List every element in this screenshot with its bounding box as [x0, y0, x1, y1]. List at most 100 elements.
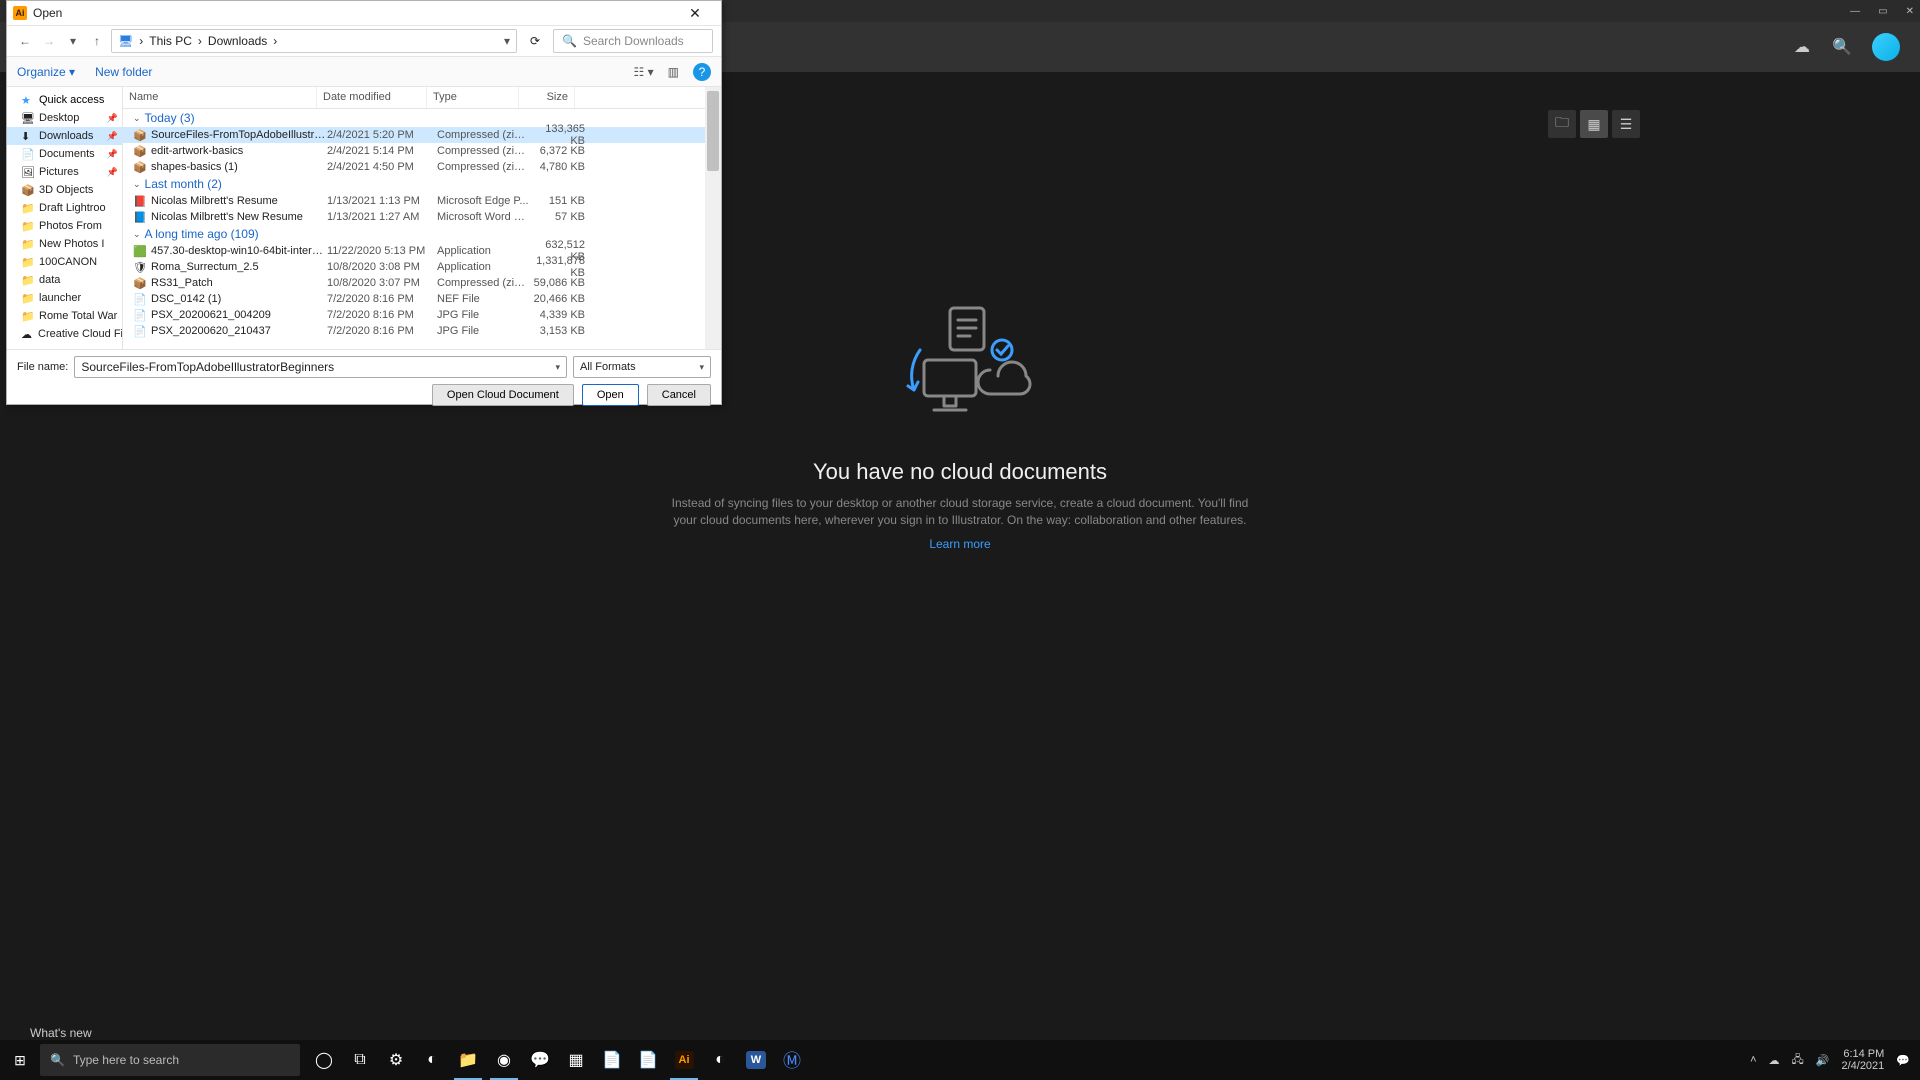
tree-node[interactable]: 📁New Photos I — [7, 235, 122, 253]
search-icon[interactable]: 🔍 — [1832, 37, 1852, 57]
breadcrumb-segment[interactable]: Downloads — [208, 34, 267, 48]
clock[interactable]: 6:14 PM 2/4/2021 — [1841, 1048, 1884, 1072]
file-icon: 📦 — [133, 129, 147, 142]
volume-icon[interactable]: 🔊 — [1816, 1054, 1830, 1067]
grid-view-button[interactable]: ▦ — [1580, 110, 1608, 138]
view-mode-button[interactable]: ☷ ▾ — [634, 65, 654, 79]
list-group-header[interactable]: ⌄ A long time ago (109) — [123, 225, 721, 243]
list-group-header[interactable]: ⌄ Today (3) — [123, 109, 721, 127]
file-row[interactable]: 📦SourceFiles-FromTopAdobeIllustratorBeg.… — [123, 127, 721, 143]
file-row[interactable]: 📦shapes-basics (1)2/4/2021 4:50 PMCompre… — [123, 159, 721, 175]
close-app-button[interactable]: ✕ — [1906, 6, 1914, 17]
tree-node[interactable]: 📁Rome Total War — [7, 307, 122, 325]
taskbar-app-icon[interactable]: 💬 — [522, 1040, 558, 1080]
list-group-header[interactable]: ⌄ Last month (2) — [123, 175, 721, 193]
search-input[interactable]: 🔍 Search Downloads — [553, 29, 713, 53]
restore-button[interactable]: ▭ — [1878, 6, 1887, 17]
file-row[interactable]: 📦edit-artwork-basics2/4/2021 5:14 PMComp… — [123, 143, 721, 159]
tree-node[interactable]: 📁Draft Lightroo — [7, 199, 122, 217]
nav-forward-button[interactable]: → — [39, 34, 59, 48]
taskbar-app-icon[interactable]: W — [738, 1040, 774, 1080]
minimize-button[interactable]: — — [1850, 6, 1860, 17]
help-button[interactable]: ? — [693, 63, 711, 81]
file-row[interactable]: 🛡Roma_Surrectum_2.510/8/2020 3:08 PMAppl… — [123, 259, 721, 275]
tree-node[interactable]: 📁data — [7, 271, 122, 289]
onedrive-icon[interactable]: ☁ — [1769, 1054, 1780, 1067]
file-name-input[interactable]: SourceFiles-FromTopAdobeIllustratorBegin… — [74, 356, 567, 378]
tree-node[interactable]: ⬇Downloads📌 — [7, 127, 122, 145]
dialog-close-button[interactable]: ✕ — [675, 2, 715, 24]
taskbar-app-icon[interactable]: Ⓜ — [774, 1040, 810, 1080]
nav-up-button[interactable]: ↑ — [87, 34, 107, 48]
taskbar-app-icon[interactable]: ◯ — [306, 1040, 342, 1080]
scrollbar-thumb[interactable] — [707, 91, 719, 171]
tree-node[interactable]: 📦3D Objects — [7, 181, 122, 199]
column-size[interactable]: Size — [519, 87, 575, 108]
learn-more-link[interactable]: Learn more — [929, 537, 990, 551]
taskbar-app-icon[interactable]: 📄 — [630, 1040, 666, 1080]
file-row[interactable]: 📦RS31_Patch10/8/2020 3:07 PMCompressed (… — [123, 275, 721, 291]
notifications-icon[interactable]: 💬 — [1896, 1054, 1910, 1067]
open-cloud-button[interactable]: Open Cloud Document — [432, 384, 574, 406]
tray-chevron-icon[interactable]: ˄ — [1750, 1054, 1756, 1066]
nav-tree[interactable]: ★Quick access🖥Desktop📌⬇Downloads📌📄Docume… — [7, 87, 123, 349]
file-list[interactable]: Name Date modified Type Size ⌄ Today (3)… — [123, 87, 721, 349]
taskbar-search[interactable]: 🔍 Type here to search — [40, 1044, 300, 1076]
refresh-button[interactable]: ⟳ — [521, 34, 549, 48]
taskbar-search-placeholder: Type here to search — [73, 1053, 179, 1067]
taskbar-app-icon[interactable]: ◉ — [486, 1040, 522, 1080]
preview-pane-button[interactable]: ▥ — [668, 65, 679, 79]
taskbar-app-icon[interactable]: ◐ — [702, 1040, 738, 1080]
new-folder-button[interactable]: New folder — [95, 65, 152, 79]
tree-node[interactable]: 📁launcher — [7, 289, 122, 307]
taskbar-app-icon[interactable]: ▦ — [558, 1040, 594, 1080]
cloud-illustration — [880, 300, 1040, 440]
file-row[interactable]: 📄PSX_20200620_2104377/2/2020 8:16 PMJPG … — [123, 323, 721, 339]
column-type[interactable]: Type — [427, 87, 519, 108]
start-button[interactable]: ⊞ — [0, 1040, 40, 1080]
file-row[interactable]: 📕Nicolas Milbrett's Resume1/13/2021 1:13… — [123, 193, 721, 209]
taskbar-app-icon[interactable]: Ai — [666, 1040, 702, 1080]
chevron-down-icon: ⌄ — [133, 229, 141, 240]
breadcrumb[interactable]: 🖥 › This PC › Downloads › ▾ — [111, 29, 517, 53]
tree-node[interactable]: 🖼Pictures📌 — [7, 163, 122, 181]
pin-icon: 📌 — [107, 131, 118, 142]
list-view-button[interactable]: ☰ — [1612, 110, 1640, 138]
tree-node[interactable]: ★Quick access — [7, 91, 122, 109]
taskbar-app-icon[interactable]: 📁 — [450, 1040, 486, 1080]
folder-view-button[interactable]: 🗀 — [1548, 110, 1576, 138]
tree-node[interactable]: 📁Photos From — [7, 217, 122, 235]
file-row[interactable]: 📄DSC_0142 (1)7/2/2020 8:16 PMNEF File20,… — [123, 291, 721, 307]
file-icon: 📕 — [133, 195, 147, 208]
list-header[interactable]: Name Date modified Type Size — [123, 87, 721, 109]
pin-icon: 📌 — [107, 113, 118, 124]
taskbar[interactable]: ⊞ 🔍 Type here to search ◯⧉⚙◐📁◉💬▦📄📄Ai◐WⓂ … — [0, 1040, 1920, 1080]
column-date[interactable]: Date modified — [317, 87, 427, 108]
breadcrumb-segment[interactable]: This PC — [149, 34, 192, 48]
whats-new-link[interactable]: What's new — [30, 1026, 92, 1040]
taskbar-app-icon[interactable]: ◐ — [414, 1040, 450, 1080]
tree-node[interactable]: 📁100CANON — [7, 253, 122, 271]
nav-recent-dropdown[interactable]: ▾ — [63, 34, 83, 48]
file-row[interactable]: 📘Nicolas Milbrett's New Resume1/13/2021 … — [123, 209, 721, 225]
nav-back-button[interactable]: ← — [15, 34, 35, 48]
taskbar-app-icon[interactable]: ⚙ — [378, 1040, 414, 1080]
file-row[interactable]: 📄PSX_20200621_0042097/2/2020 8:16 PMJPG … — [123, 307, 721, 323]
cancel-button[interactable]: Cancel — [647, 384, 711, 406]
column-name[interactable]: Name — [123, 87, 317, 108]
taskbar-app-icon[interactable]: 📄 — [594, 1040, 630, 1080]
tree-node[interactable]: ☁Creative Cloud Fil — [7, 325, 122, 343]
organize-menu[interactable]: Organize ▾ — [17, 65, 75, 79]
system-tray[interactable]: ˄ ☁ 🖧 🔊 6:14 PM 2/4/2021 💬 — [1740, 1048, 1920, 1072]
file-format-select[interactable]: All Formats — [573, 356, 711, 378]
list-scrollbar[interactable] — [705, 87, 721, 349]
open-button[interactable]: Open — [582, 384, 639, 406]
tree-node[interactable]: 📄Documents📌 — [7, 145, 122, 163]
taskbar-app-icon[interactable]: ⧉ — [342, 1040, 378, 1080]
avatar[interactable] — [1872, 33, 1900, 61]
file-row[interactable]: 🟩457.30-desktop-win10-64bit-internationa… — [123, 243, 721, 259]
cloud-icon[interactable]: ☁ — [1792, 37, 1812, 57]
network-icon[interactable]: 🖧 — [1792, 1051, 1804, 1070]
search-icon: 🔍 — [50, 1053, 65, 1067]
tree-node[interactable]: 🖥Desktop📌 — [7, 109, 122, 127]
